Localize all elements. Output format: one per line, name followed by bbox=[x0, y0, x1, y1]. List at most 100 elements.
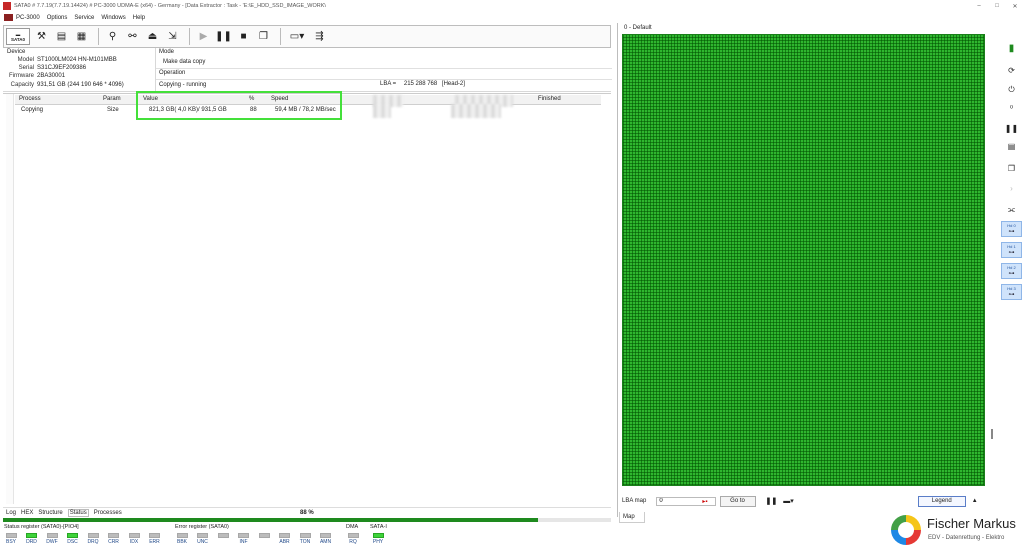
led-err: ERR bbox=[148, 533, 162, 545]
binoculars-icon[interactable]: ⚯ bbox=[124, 28, 141, 45]
sata-port-label: SATA0 bbox=[10, 36, 26, 42]
play-icon[interactable]: ▶ bbox=[195, 28, 212, 45]
menu-options[interactable]: Options bbox=[47, 15, 68, 21]
led-indicator bbox=[299, 533, 311, 538]
task-icon[interactable]: ▦ bbox=[73, 28, 90, 45]
field-value: 2BA30001 bbox=[37, 73, 66, 79]
app-icon bbox=[3, 2, 11, 10]
pause-icon[interactable]: ❚❚ bbox=[1001, 120, 1022, 136]
minimize-button[interactable]: – bbox=[970, 3, 988, 9]
copy-icon[interactable]: ❐ bbox=[1001, 160, 1022, 176]
head-2-button[interactable]: Hd 2 ⊶ bbox=[1001, 263, 1022, 279]
map-scrollbar[interactable] bbox=[988, 34, 996, 499]
head-3-button[interactable]: Hd 3 ⊶ bbox=[1001, 284, 1022, 300]
menu-service[interactable]: Service bbox=[74, 15, 94, 21]
reset-icon[interactable]: ⟳ bbox=[1001, 62, 1022, 78]
close-button[interactable]: ✕ bbox=[1006, 3, 1024, 10]
toolbar-separator bbox=[98, 28, 99, 45]
led-label: AMN bbox=[319, 539, 332, 545]
led-bsy: BSY bbox=[4, 533, 18, 545]
led-label: DRD bbox=[26, 539, 37, 545]
device-capacity-row: Capacity 931,51 GB (244 190 646 * 4096) bbox=[3, 82, 124, 88]
sata-title: SATA-I bbox=[370, 524, 387, 530]
power-icon[interactable]: ⏻ bbox=[1001, 82, 1022, 98]
led-phy: PHY bbox=[371, 533, 385, 545]
probe-icon[interactable]: ⚲ bbox=[104, 28, 121, 45]
logo-mark-center bbox=[898, 522, 914, 538]
goto-button[interactable]: Go to bbox=[719, 495, 756, 507]
led-indicator bbox=[128, 533, 140, 538]
register-status-bar: Status register (SATA0)-[PIO4] Error reg… bbox=[0, 523, 1024, 550]
head-icon: ⊶ bbox=[1008, 271, 1015, 277]
maximize-button[interactable]: □ bbox=[988, 3, 1006, 9]
progress-fill bbox=[3, 518, 539, 522]
mode-task: Make data copy bbox=[163, 59, 206, 65]
led-indicator bbox=[176, 533, 188, 538]
led-label: DWF bbox=[46, 539, 58, 545]
field-label: Model bbox=[17, 57, 34, 63]
heads-icon[interactable]: ⫘ bbox=[1001, 202, 1022, 218]
led-idx: IDX bbox=[127, 533, 141, 545]
menu-help[interactable]: Help bbox=[133, 15, 145, 21]
export-icon[interactable]: ⇲ bbox=[164, 28, 181, 45]
led-indicator bbox=[347, 533, 359, 538]
tab-structure[interactable]: Structure bbox=[38, 510, 62, 516]
led-label: RQ bbox=[349, 539, 357, 545]
led-indicator bbox=[26, 533, 37, 538]
pause-icon[interactable]: ❚❚ bbox=[766, 497, 778, 505]
tab-processes[interactable]: Processes bbox=[94, 510, 122, 516]
drive-status-icon[interactable]: ▮ bbox=[1001, 40, 1022, 56]
column-header-finished[interactable]: Finished bbox=[538, 96, 561, 102]
cell-param: Size bbox=[107, 107, 119, 113]
head-icon: ⊶ bbox=[1008, 292, 1015, 298]
sata-port-button[interactable]: ▬ SATA0 bbox=[6, 28, 30, 45]
pause-icon[interactable]: ❚❚ bbox=[215, 28, 232, 45]
chevron-up-icon[interactable]: ▲ bbox=[972, 498, 978, 504]
head-0-button[interactable]: Hd 0 ⊶ bbox=[1001, 221, 1022, 237]
drive-info-icon[interactable]: ▤ bbox=[1001, 138, 1022, 154]
led-unused bbox=[257, 533, 271, 539]
tab-status[interactable]: Status bbox=[67, 508, 89, 517]
led-indicator bbox=[46, 533, 58, 538]
progress-percent: 88 % bbox=[300, 509, 314, 516]
column-header-process[interactable]: Process bbox=[19, 96, 41, 102]
led-indicator bbox=[108, 533, 119, 538]
drive-stack-icon[interactable]: ⏏ bbox=[144, 28, 161, 45]
lba-readout: LBA = 215 288 768 [Head-2] bbox=[380, 81, 465, 87]
led-label: IDX bbox=[129, 539, 139, 545]
column-header-param[interactable]: Param bbox=[103, 96, 121, 102]
clear-icon[interactable]: ▸▪ bbox=[702, 498, 707, 505]
tools-icon[interactable]: ⚒ bbox=[33, 28, 50, 45]
tab-hex[interactable]: HEX bbox=[21, 510, 33, 516]
legend-button[interactable]: Legend bbox=[917, 495, 966, 507]
scrollbar-thumb[interactable] bbox=[991, 429, 993, 439]
operation-heading: Operation bbox=[159, 70, 186, 76]
view-mode-dropdown-icon[interactable]: ▭▾ bbox=[286, 28, 308, 45]
tab-log[interactable]: Log bbox=[6, 510, 16, 516]
led-unc: UNC bbox=[196, 533, 210, 545]
map-view-dropdown-icon[interactable]: ▬▾ bbox=[783, 497, 794, 505]
windows-icon[interactable]: ❐ bbox=[255, 28, 272, 45]
stop-icon[interactable]: ■ bbox=[235, 28, 252, 45]
arrow-icon[interactable]: › bbox=[1001, 180, 1022, 196]
led-rq: RQ bbox=[346, 533, 360, 545]
menu-windows[interactable]: Windows bbox=[101, 15, 125, 21]
led-crr: CRR bbox=[107, 533, 121, 545]
device-heading: Device bbox=[7, 49, 26, 55]
head-map-icon[interactable]: ⇶ bbox=[311, 28, 328, 45]
menu-pc3000[interactable]: PC-3000 bbox=[16, 15, 40, 21]
led-label: INF bbox=[239, 539, 248, 545]
status-register-title: Status register (SATA0)-[PIO4] bbox=[4, 524, 79, 530]
counter-icon[interactable]: ⁰ bbox=[1001, 100, 1022, 116]
lba-map-grid[interactable] bbox=[622, 34, 985, 486]
document-icon[interactable]: ▤ bbox=[53, 28, 70, 45]
led-indicator bbox=[258, 533, 270, 538]
led-label: BBK bbox=[176, 539, 187, 545]
pc3000-icon bbox=[4, 14, 13, 21]
divider bbox=[156, 79, 612, 80]
field-value: ST1000LM024 HN-M101MBB bbox=[37, 57, 117, 63]
field-label: Serial bbox=[18, 65, 34, 71]
tab-map[interactable]: Map bbox=[619, 512, 645, 523]
toolbar-separator bbox=[280, 28, 281, 45]
head-1-button[interactable]: Hd 1 ⊶ bbox=[1001, 242, 1022, 258]
